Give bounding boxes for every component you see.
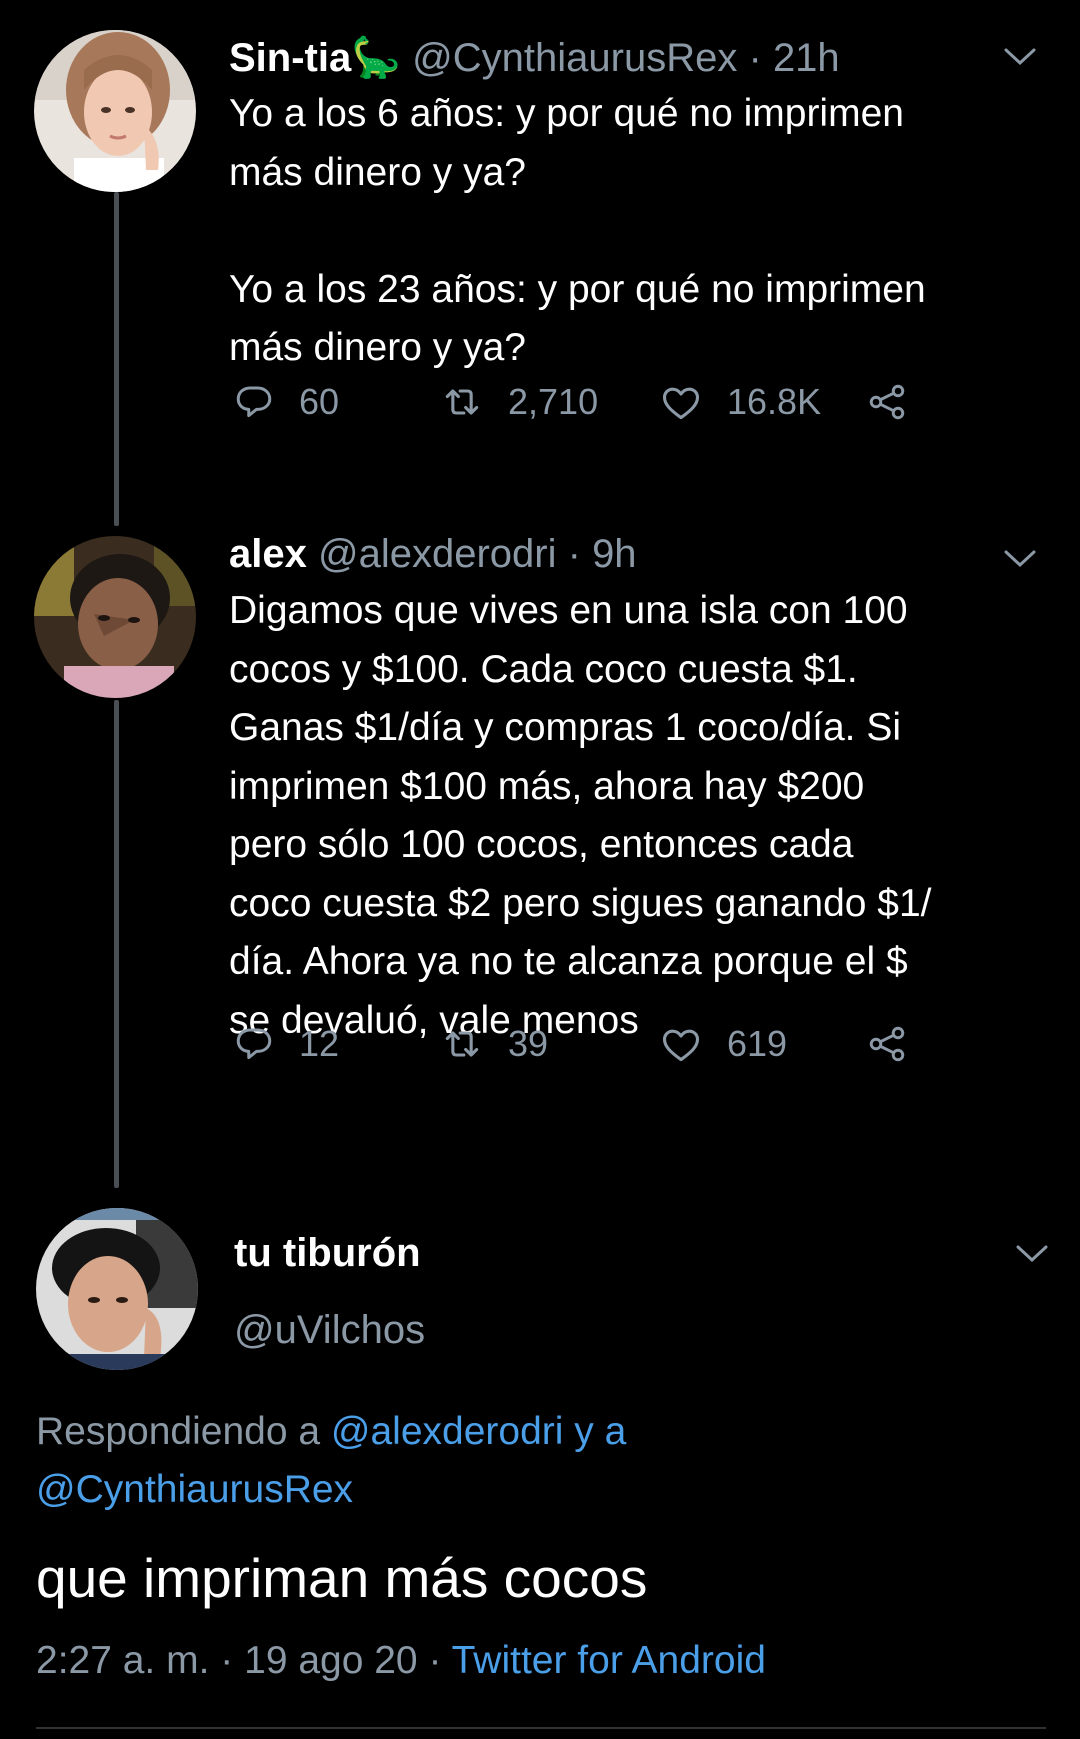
avatar-image [34, 536, 196, 698]
separator-dot: · [567, 532, 581, 576]
tweet-time[interactable]: 21h [773, 36, 840, 80]
reply-count: 60 [299, 381, 340, 422]
retweet-icon [445, 389, 479, 415]
share-icon [869, 384, 905, 420]
display-name[interactable]: alex [229, 532, 307, 576]
display-name[interactable]: Sin-tia [229, 36, 351, 80]
chevron-down-icon[interactable] [1012, 1233, 1052, 1273]
retweet-count: 39 [508, 1023, 549, 1064]
dinosaur-emoji-icon: 🦕 [351, 36, 402, 80]
replying-mid: y a [563, 1410, 627, 1453]
share-button[interactable] [865, 1014, 933, 1074]
tweet-thread-page: Sin-tia🦕 @CynthiaurusRex · 21h Yo a los … [0, 0, 1080, 1739]
retweet-button[interactable]: 2,710 [440, 372, 598, 432]
display-name[interactable]: tu tiburón [234, 1231, 421, 1276]
tweet-header: alex @alexderodri · 9h [229, 526, 637, 582]
avatar-image [34, 30, 196, 192]
retweet-count: 2,710 [508, 381, 599, 422]
reply-icon [236, 1028, 272, 1060]
like-count: 16.8K [727, 381, 822, 422]
thread-line [114, 700, 119, 1188]
replying-to: Respondiendo a @alexderodri y a @Cynthia… [36, 1403, 1036, 1519]
like-button[interactable]: 16.8K [659, 372, 821, 432]
like-icon [662, 387, 700, 420]
tweet-time[interactable]: 9h [592, 532, 637, 576]
chevron-down-icon[interactable] [1000, 538, 1040, 578]
tweet-time[interactable]: 2:27 a. m. [36, 1639, 209, 1682]
tweet-actions: 60 2,710 16.8K [229, 372, 949, 432]
avatar-image [36, 1208, 198, 1370]
thread-line [114, 192, 119, 526]
user-handle[interactable]: @uVilchos [234, 1308, 425, 1353]
reply-count: 12 [299, 1023, 340, 1064]
tweet-text: Digamos que vives en una isla con 100 co… [229, 589, 932, 1042]
separator-dot: · [428, 1639, 442, 1682]
retweet-button[interactable]: 39 [440, 1014, 548, 1074]
like-button[interactable]: 619 [659, 1014, 787, 1074]
tweet-meta: 2:27 a. m. · 19 ago 20 · Twitter for And… [36, 1639, 766, 1683]
avatar[interactable] [36, 1208, 198, 1370]
share-icon [869, 1026, 905, 1062]
reply-button[interactable]: 12 [233, 1014, 339, 1074]
share-button[interactable] [865, 372, 933, 432]
reply-button[interactable]: 60 [233, 372, 339, 432]
replying-prefix: Respondiendo a [36, 1410, 331, 1453]
user-handle[interactable]: @CynthiaurusRex [412, 36, 737, 80]
divider [36, 1727, 1046, 1729]
client-link[interactable]: Twitter for Android [452, 1639, 766, 1682]
tweet-date[interactable]: 19 ago 20 [244, 1639, 418, 1682]
tweet-actions: 12 39 619 [229, 1014, 949, 1074]
avatar[interactable] [34, 536, 196, 698]
separator-dot: · [220, 1639, 234, 1682]
reply-icon [236, 386, 272, 418]
chevron-down-icon[interactable] [1000, 36, 1040, 76]
tweet-text: Yo a los 6 años: y por qué no imprimen m… [229, 92, 926, 369]
separator-dot: · [748, 36, 762, 80]
avatar[interactable] [34, 30, 196, 192]
main-tweet-text: que impriman más cocos [36, 1547, 648, 1609]
retweet-icon [445, 1031, 479, 1057]
user-handle[interactable]: @alexderodri [318, 532, 557, 576]
mention-link[interactable]: @alexderodri [331, 1410, 564, 1453]
like-icon [662, 1029, 700, 1062]
like-count: 619 [727, 1023, 788, 1064]
mention-link[interactable]: @CynthiaurusRex [36, 1468, 353, 1511]
tweet-header: Sin-tia🦕 @CynthiaurusRex · 21h [229, 30, 840, 86]
